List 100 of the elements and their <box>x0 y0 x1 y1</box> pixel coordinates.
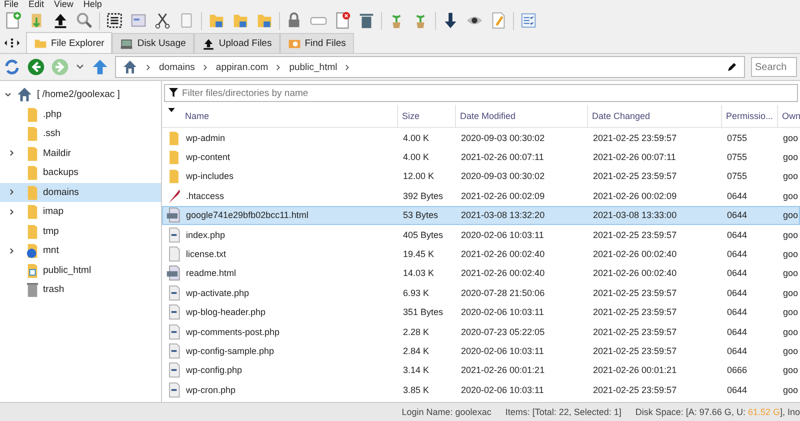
tree-item[interactable]: Maildir <box>0 144 161 163</box>
trash-icon[interactable] <box>357 11 376 30</box>
table-cell-text: 2021-02-26 00:07:11 <box>460 152 545 162</box>
table-cell-text: 405 Bytes <box>402 230 444 240</box>
column-header[interactable]: Permissio... <box>722 105 778 127</box>
table-cell-text: 2021-02-25 23:59:57 <box>592 171 678 182</box>
breadcrumb-item[interactable]: public_html <box>289 62 338 72</box>
file-row[interactable]: wp-config.php 3.14 K 2021-02-26 00:01:21 2021-02-26 00:01:21 0666 goo <box>162 360 800 380</box>
table-cell-text: 2021-03-08 13:33:00 <box>592 210 678 220</box>
table-cell-text: 392 Bytes <box>402 190 444 201</box>
tab[interactable]: Upload Files <box>194 33 280 53</box>
menu-item[interactable]: Edit <box>28 0 44 9</box>
file-row[interactable]: wp-cron.php 3.85 K 2020-02-06 10:03:11 2021-02-25 23:59:57 0644 goo <box>162 380 800 400</box>
scissors-icon[interactable] <box>153 11 172 30</box>
table-cell-text: wp-blog-header.php <box>186 307 267 318</box>
filter-field[interactable]: Filter files/directories by name <box>164 84 798 102</box>
column-header[interactable]: Size <box>398 105 456 127</box>
tree-item[interactable]: .ssh <box>0 124 161 144</box>
table-cell-text: google741e29bfb02bcc11.html <box>186 210 310 220</box>
table-cell-text: 2021-02-25 23:59:57 <box>592 230 678 240</box>
tree-item[interactable]: backups <box>0 163 161 182</box>
column-header[interactable]: Own <box>778 105 800 127</box>
table-cell-text: goo <box>782 171 800 182</box>
tree-item[interactable]: imap <box>0 202 161 222</box>
table-cell-text: 0644 <box>726 190 748 201</box>
address-bar[interactable]: domains appiran.com public_html <box>115 56 745 78</box>
select-all-icon[interactable] <box>105 11 124 30</box>
search-field[interactable]: Search <box>751 57 797 77</box>
file-row[interactable]: wp-includes 12.00 K 2020-09-03 00:30:02 2021-02-25 23:59:57 0755 goo <box>162 166 800 186</box>
tab[interactable]: Find Files <box>280 33 354 53</box>
tab-scroll-icon[interactable] <box>2 37 22 49</box>
column-header[interactable]: Date Modified <box>456 105 588 127</box>
table-cell-text: goo <box>782 268 800 278</box>
refresh-icon[interactable] <box>3 58 21 76</box>
pencil-icon[interactable] <box>726 61 738 73</box>
html-file-icon <box>166 265 182 282</box>
sort-arrow-icon[interactable] <box>168 108 175 113</box>
table-cell-text: wp-content <box>186 152 232 162</box>
column-header[interactable]: Date Changed <box>588 105 722 127</box>
table-cell-text: 3.85 K <box>402 384 430 395</box>
menu-item[interactable]: File <box>4 0 19 9</box>
file-row[interactable]: wp-content 4.00 K 2021-02-26 00:07:11 2021-02-26 00:07:11 0755 goo <box>162 147 800 167</box>
text-file-icon <box>166 246 182 262</box>
tree-item[interactable]: mnt <box>0 241 161 260</box>
file-row[interactable]: license.txt 19.45 K 2021-02-26 00:02:40 2021-02-26 00:02:40 0644 goo <box>162 244 800 264</box>
file-row[interactable]: google741e29bfb02bcc11.html 53 Bytes 2021-03-08 13:32:20 2021-03-08 13:33:00 0644 goo <box>162 206 800 225</box>
menu-item[interactable]: Help <box>83 0 102 9</box>
chevron-down-icon[interactable] <box>4 90 12 99</box>
folder-icon <box>26 203 39 220</box>
table-cell-text: 2020-09-03 00:30:02 <box>460 171 546 182</box>
column-header[interactable]: Name <box>162 105 398 127</box>
tree-item[interactable]: tmp <box>0 222 161 241</box>
file-row[interactable]: index.php 405 Bytes 2020-02-06 10:03:11 2021-02-25 23:59:57 0644 goo <box>162 224 800 244</box>
file-row[interactable]: wp-comments-post.php 2.28 K 2020-07-23 05:22:05 2021-02-25 23:59:57 0644 goo <box>162 322 800 342</box>
file-row[interactable]: wp-activate.php 6.93 K 2020-07-28 21:50:06 2021-02-25 23:59:57 0644 goo <box>162 283 800 303</box>
table-cell-text: wp-config-sample.php <box>186 346 276 356</box>
menu-item[interactable]: View <box>54 0 74 9</box>
table-cell-text: goo <box>782 230 800 240</box>
table-cell-text: 4.00 K <box>402 132 430 143</box>
table-cell-text: 2021-02-25 23:59:57 <box>592 288 678 298</box>
breadcrumb-item[interactable]: appiran.com <box>216 62 268 72</box>
breadcrumb-item[interactable]: domains <box>159 62 195 72</box>
table-cell-text: wp-comments-post.php <box>186 326 281 337</box>
table-cell-text: wp-activate.php <box>186 288 250 298</box>
table-cell-text: 0644 <box>726 307 748 318</box>
house-icon <box>122 59 138 75</box>
table-cell-text: 2021-02-26 00:07:11 <box>592 152 677 162</box>
tree-item[interactable]: [ /home2/goolexac ] <box>37 89 120 100</box>
chevron-right-icon[interactable] <box>8 149 16 158</box>
search-icon[interactable] <box>75 11 94 30</box>
file-row[interactable]: .htaccess 392 Bytes 2021-02-26 00:02:09 2021-02-26 00:02:09 0644 goo <box>162 186 800 206</box>
tree-item[interactable]: domains <box>0 182 161 202</box>
tree-item[interactable]: trash <box>0 280 161 300</box>
chevron-right-icon[interactable] <box>8 246 16 255</box>
upload-icon <box>202 38 215 50</box>
php-file-icon <box>166 284 182 301</box>
status-text: Login Name: goolexac <box>402 407 492 417</box>
table-cell-text: readme.html <box>186 268 238 278</box>
table-cell-text: goo <box>782 152 800 162</box>
tree-item[interactable]: .php <box>0 104 161 124</box>
table-cell-text: 2020-07-28 21:50:06 <box>460 288 546 298</box>
file-row[interactable]: wp-config-sample.php 2.84 K 2020-02-06 10:03:11 2021-02-25 23:59:57 0644 goo <box>162 341 800 361</box>
tree-item[interactable]: public_html <box>0 260 161 280</box>
table-cell-text: 4.00 K <box>402 152 430 162</box>
up-arrow-icon[interactable] <box>91 58 109 76</box>
tab[interactable]: Disk Usage <box>112 33 194 53</box>
folder-icon <box>26 106 39 123</box>
file-row[interactable]: wp-blog-header.php 351 Bytes 2020-02-06 10:03:11 2021-02-25 23:59:57 0644 goo <box>162 302 800 322</box>
status-text: Disk Space: [A: 97.66 G, U: 61.52 G], Ino <box>635 407 800 417</box>
chevron-right-icon[interactable] <box>8 208 16 216</box>
chevron-right-icon <box>146 62 151 72</box>
back-icon[interactable] <box>27 58 45 76</box>
tab[interactable]: File Explorer <box>26 32 112 53</box>
file-row[interactable]: wp-admin 4.00 K 2020-09-03 00:30:02 2021-02-25 23:59:57 0755 goo <box>162 128 800 148</box>
table-cell-text: 0755 <box>726 152 748 162</box>
chevron-right-icon[interactable] <box>8 188 16 196</box>
file-row[interactable]: readme.html 14.03 K 2021-02-26 00:02:40 2021-02-26 00:02:40 0644 goo <box>162 264 800 284</box>
table-cell-text: 2021-02-26 00:02:09 <box>592 190 678 201</box>
checklist-icon[interactable] <box>519 11 538 30</box>
table-cell-text: 0644 <box>726 326 748 337</box>
